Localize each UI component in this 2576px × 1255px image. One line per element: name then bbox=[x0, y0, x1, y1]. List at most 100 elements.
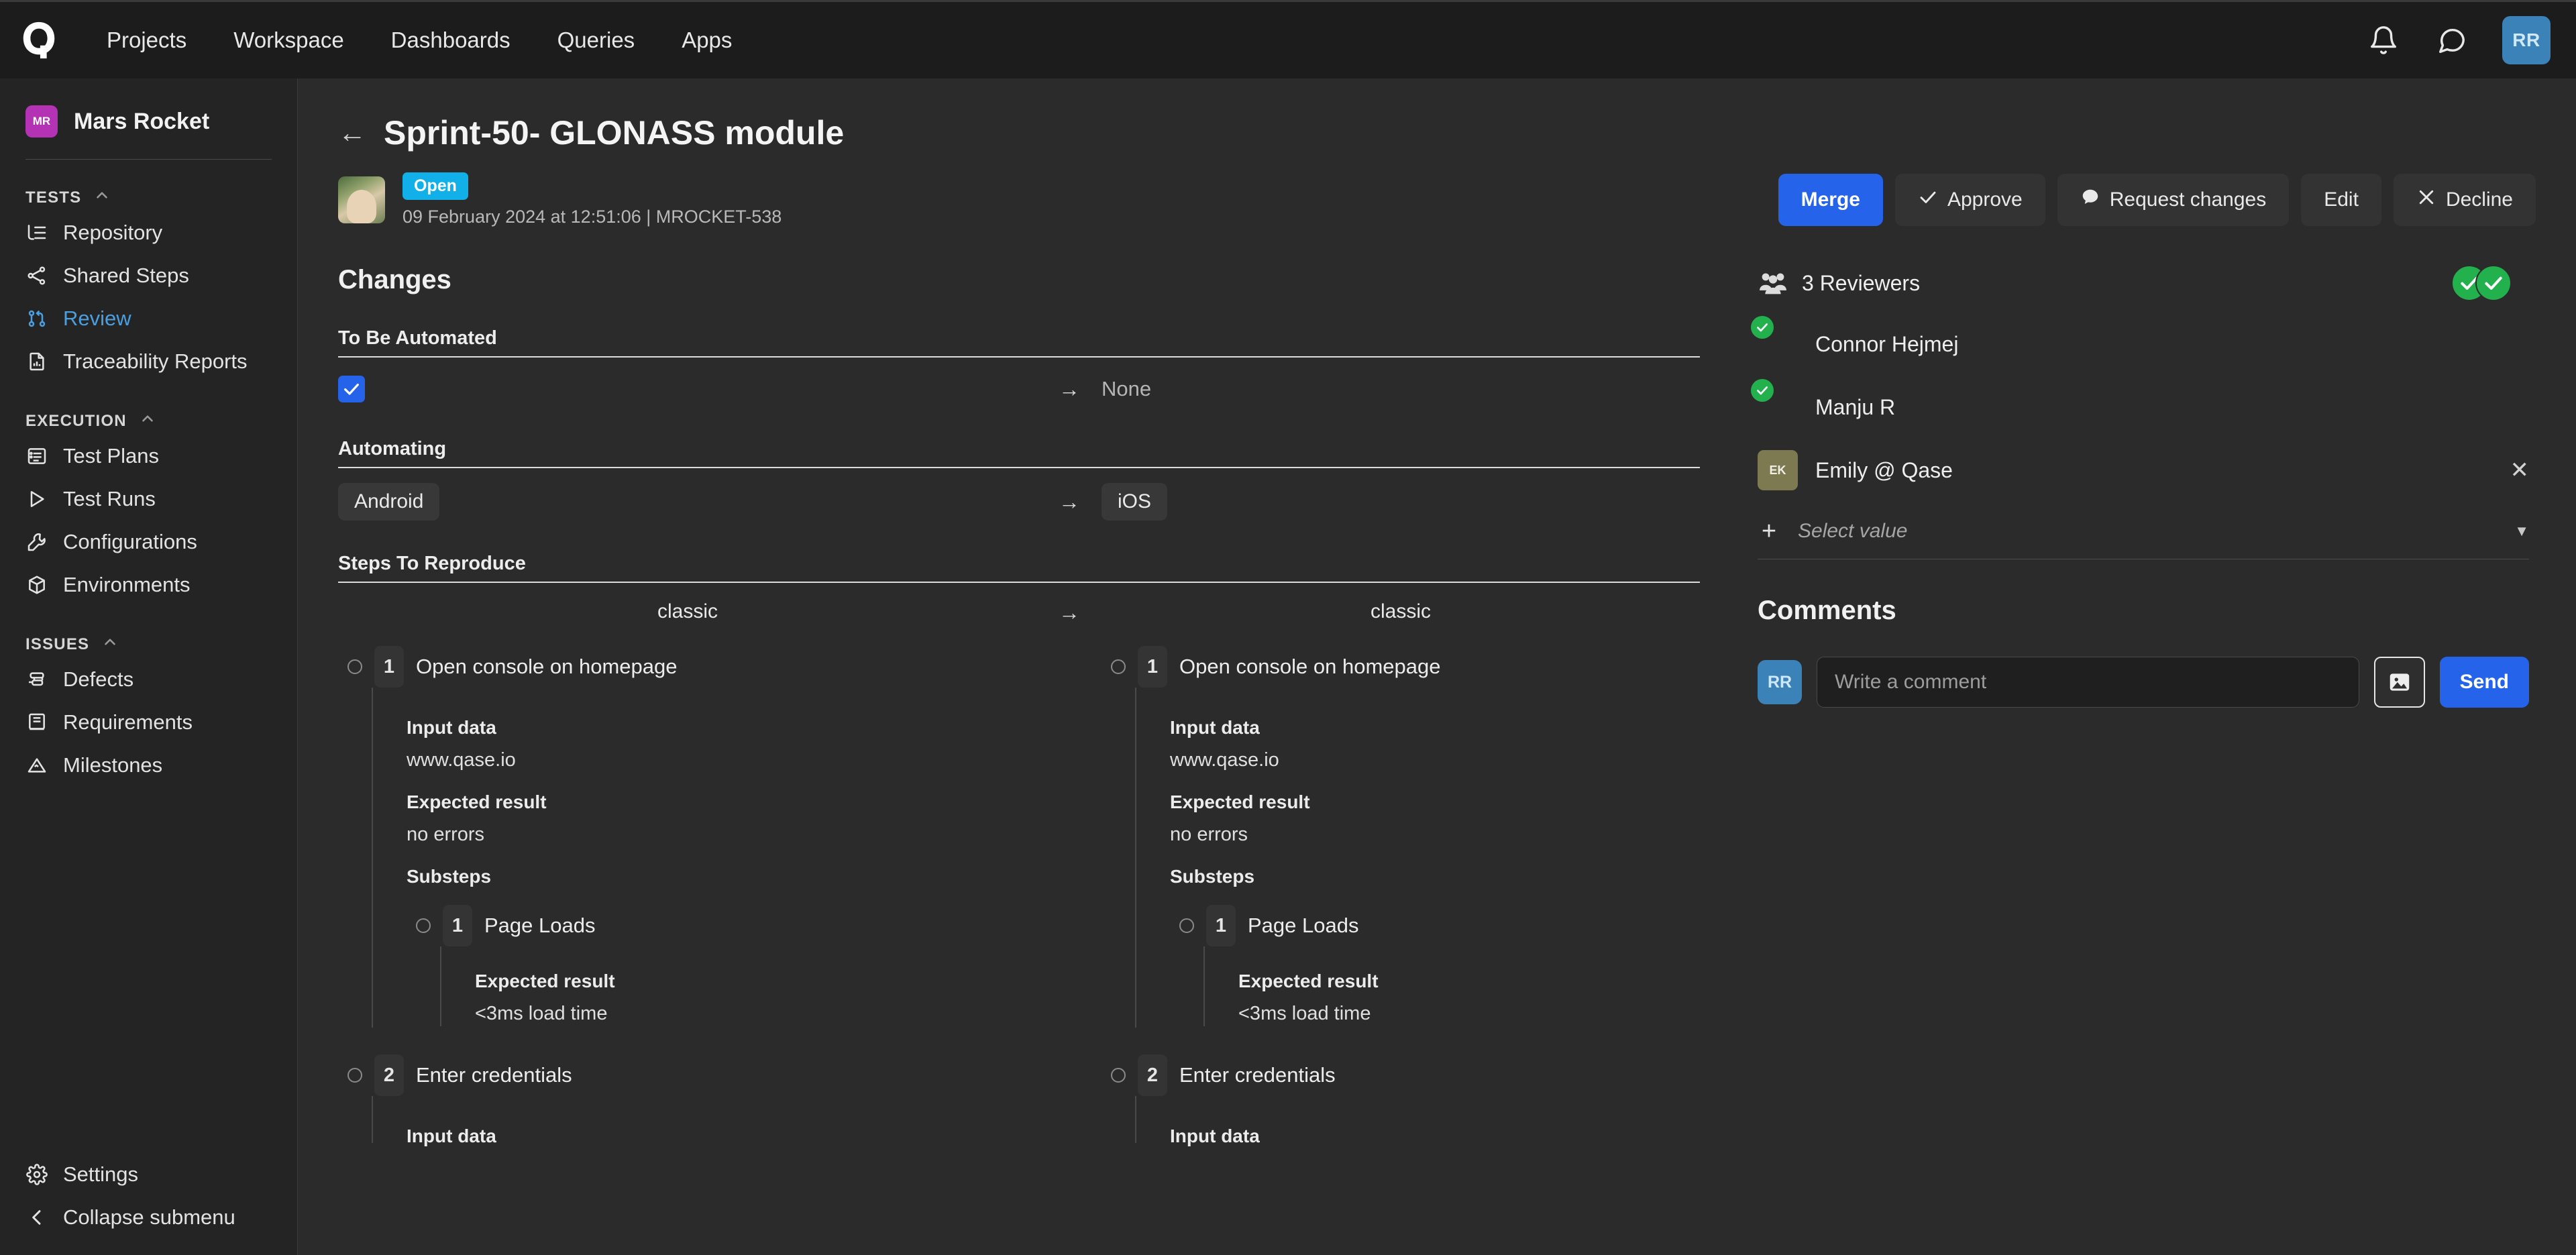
comment-user-avatar: RR bbox=[1758, 660, 1802, 705]
step-item: 1 Open console on homepage Input data ww… bbox=[1102, 623, 1700, 1032]
remove-reviewer-icon[interactable]: ✕ bbox=[2510, 459, 2530, 482]
content-split: Changes To Be Automated → None Automatin… bbox=[298, 227, 2576, 1147]
substeps-label: Substeps bbox=[1170, 866, 1255, 887]
sidebar-collapse-submenu[interactable]: Collapse submenu bbox=[0, 1196, 297, 1239]
wrench-icon bbox=[25, 531, 48, 553]
top-navigation-bar: Projects Workspace Dashboards Queries Ap… bbox=[0, 0, 2576, 78]
reviewers-approved-badges bbox=[2451, 265, 2529, 302]
chevron-left-icon bbox=[25, 1206, 48, 1229]
arrow-left-icon[interactable]: ← bbox=[338, 119, 366, 147]
sidebar-item-requirements[interactable]: Requirements bbox=[0, 701, 297, 744]
block-label: Expected result bbox=[407, 792, 547, 813]
to-be-automated-checkbox[interactable] bbox=[338, 376, 365, 403]
step-bullet-icon bbox=[347, 1068, 362, 1083]
step-header[interactable]: 1 Open console on homepage bbox=[338, 646, 1037, 688]
block-value: www.qase.io bbox=[407, 749, 516, 771]
step-text: Enter credentials bbox=[416, 1063, 572, 1087]
sidebar-item-environments[interactable]: Environments bbox=[0, 563, 297, 606]
comment-compose-row: RR Write a comment Send bbox=[1758, 657, 2529, 708]
approved-check-icon bbox=[1751, 316, 1774, 339]
step-bullet-icon bbox=[347, 659, 362, 675]
step-bullet-icon bbox=[1111, 659, 1126, 675]
chat-bubble-icon[interactable] bbox=[2434, 22, 2470, 58]
page-header: ← Sprint-50- GLONASS module bbox=[298, 78, 2576, 152]
field-label-to-be-automated: To Be Automated bbox=[338, 327, 497, 349]
substep-header[interactable]: 1 Page Loads bbox=[407, 905, 1037, 947]
sidebar-item-repository-label: Repository bbox=[63, 221, 163, 244]
nav-item-workspace[interactable]: Workspace bbox=[210, 21, 367, 60]
reviewer-item[interactable]: Manju R bbox=[1751, 379, 2529, 427]
sidebar-item-test-runs[interactable]: Test Runs bbox=[0, 478, 297, 521]
sidebar-group-execution[interactable]: EXECUTION bbox=[0, 383, 297, 435]
reviewer-name: Manju R bbox=[1815, 394, 1896, 419]
step-bullet-icon bbox=[1111, 1068, 1126, 1083]
step-header[interactable]: 1 Open console on homepage bbox=[1102, 646, 1700, 688]
step-header[interactable]: 2 Enter credentials bbox=[338, 1054, 1037, 1097]
nav-item-queries[interactable]: Queries bbox=[534, 21, 659, 60]
add-reviewer-row[interactable]: + Select value ▼ bbox=[1758, 519, 2529, 560]
substep-header[interactable]: 1 Page Loads bbox=[1170, 905, 1700, 947]
substep-text: Page Loads bbox=[484, 914, 596, 938]
decline-button[interactable]: Decline bbox=[2393, 174, 2536, 227]
project-badge: MR bbox=[25, 105, 58, 138]
image-icon[interactable] bbox=[2373, 657, 2425, 708]
sidebar-item-test-runs-label: Test Runs bbox=[63, 487, 156, 510]
qase-logo-icon[interactable] bbox=[13, 15, 64, 66]
sidebar-item-shared-steps-label: Shared Steps bbox=[63, 264, 189, 287]
chevron-up-icon bbox=[93, 186, 111, 209]
sidebar-item-defects[interactable]: Defects bbox=[0, 658, 297, 701]
sidebar-item-shared-steps[interactable]: Shared Steps bbox=[0, 254, 297, 297]
sidebar-item-review[interactable]: Review bbox=[0, 297, 297, 340]
steps-body: 1 Open console on homepage Input data ww… bbox=[338, 623, 1700, 1147]
automating-old-tag: Android bbox=[338, 483, 440, 521]
user-avatar[interactable]: RR bbox=[2502, 16, 2551, 64]
step-text: Enter credentials bbox=[1179, 1063, 1336, 1087]
sidebar-item-repository[interactable]: Repository bbox=[0, 211, 297, 254]
sidebar-item-traceability-reports[interactable]: Traceability Reports bbox=[0, 340, 297, 383]
edit-button[interactable]: Edit bbox=[2301, 174, 2381, 227]
bell-icon[interactable] bbox=[2365, 22, 2402, 58]
sidebar-group-tests[interactable]: TESTS bbox=[0, 160, 297, 211]
project-selector[interactable]: MR Mars Rocket bbox=[0, 96, 297, 138]
sidebar-item-configurations-label: Configurations bbox=[63, 530, 197, 553]
steps-mid-col bbox=[1037, 623, 1102, 1147]
project-name: Mars Rocket bbox=[74, 108, 210, 134]
block-label: Input data bbox=[407, 717, 496, 739]
to-be-automated-new-value: None bbox=[1102, 377, 1152, 401]
diff-old-value bbox=[338, 376, 1037, 403]
play-icon bbox=[25, 488, 48, 510]
sidebar-item-test-plans[interactable]: Test Plans bbox=[0, 435, 297, 478]
merge-button[interactable]: Merge bbox=[1778, 174, 1883, 227]
field-label-automating: Automating bbox=[338, 438, 447, 460]
step-body: Input data www.qase.io Expected result n… bbox=[1135, 688, 1700, 1032]
nav-item-apps[interactable]: Apps bbox=[658, 21, 755, 60]
reviewer-item[interactable]: EK Emily @ Qase ✕ bbox=[1758, 450, 2530, 491]
block-label: Input data bbox=[407, 1126, 496, 1147]
reviewer-item[interactable]: Connor Hejmej bbox=[1751, 316, 2529, 364]
gear-icon bbox=[25, 1163, 48, 1186]
sidebar-item-configurations[interactable]: Configurations bbox=[0, 521, 297, 563]
step-item: 1 Open console on homepage Input data ww… bbox=[338, 623, 1037, 1032]
sidebar-group-issues[interactable]: ISSUES bbox=[0, 606, 297, 658]
comment-input[interactable]: Write a comment bbox=[1817, 657, 2359, 708]
sidebar-item-settings[interactable]: Settings bbox=[0, 1153, 297, 1196]
chevron-down-icon: ▼ bbox=[2514, 523, 2529, 540]
nav-item-dashboards[interactable]: Dashboards bbox=[368, 21, 534, 60]
nav-item-projects[interactable]: Projects bbox=[83, 21, 210, 60]
sidebar-item-traceability-reports-label: Traceability Reports bbox=[63, 349, 248, 373]
send-comment-button[interactable]: Send bbox=[2439, 657, 2529, 708]
changes-heading: Changes bbox=[338, 265, 451, 295]
approve-button[interactable]: Approve bbox=[1894, 174, 2045, 227]
step-header[interactable]: 2 Enter credentials bbox=[1102, 1054, 1700, 1097]
substep-list: 1 Page Loads Expected result <3ms load t… bbox=[407, 905, 1037, 1032]
request-changes-button[interactable]: Request changes bbox=[2057, 174, 2290, 227]
diff-old-value: Android bbox=[338, 483, 1037, 521]
block-label: Input data bbox=[1170, 717, 1260, 739]
steps-header-row: classic → classic bbox=[338, 583, 1700, 624]
page-meta-row: Open 09 February 2024 at 12:51:06 | MROC… bbox=[298, 152, 2576, 227]
main-content: ← Sprint-50- GLONASS module Open 09 Febr… bbox=[298, 78, 2576, 1255]
chevron-up-icon bbox=[139, 410, 156, 432]
sidebar-collapse-submenu-label: Collapse submenu bbox=[63, 1205, 235, 1229]
sidebar-item-milestones[interactable]: Milestones bbox=[0, 744, 297, 787]
approve-button-label: Approve bbox=[1947, 188, 2023, 211]
